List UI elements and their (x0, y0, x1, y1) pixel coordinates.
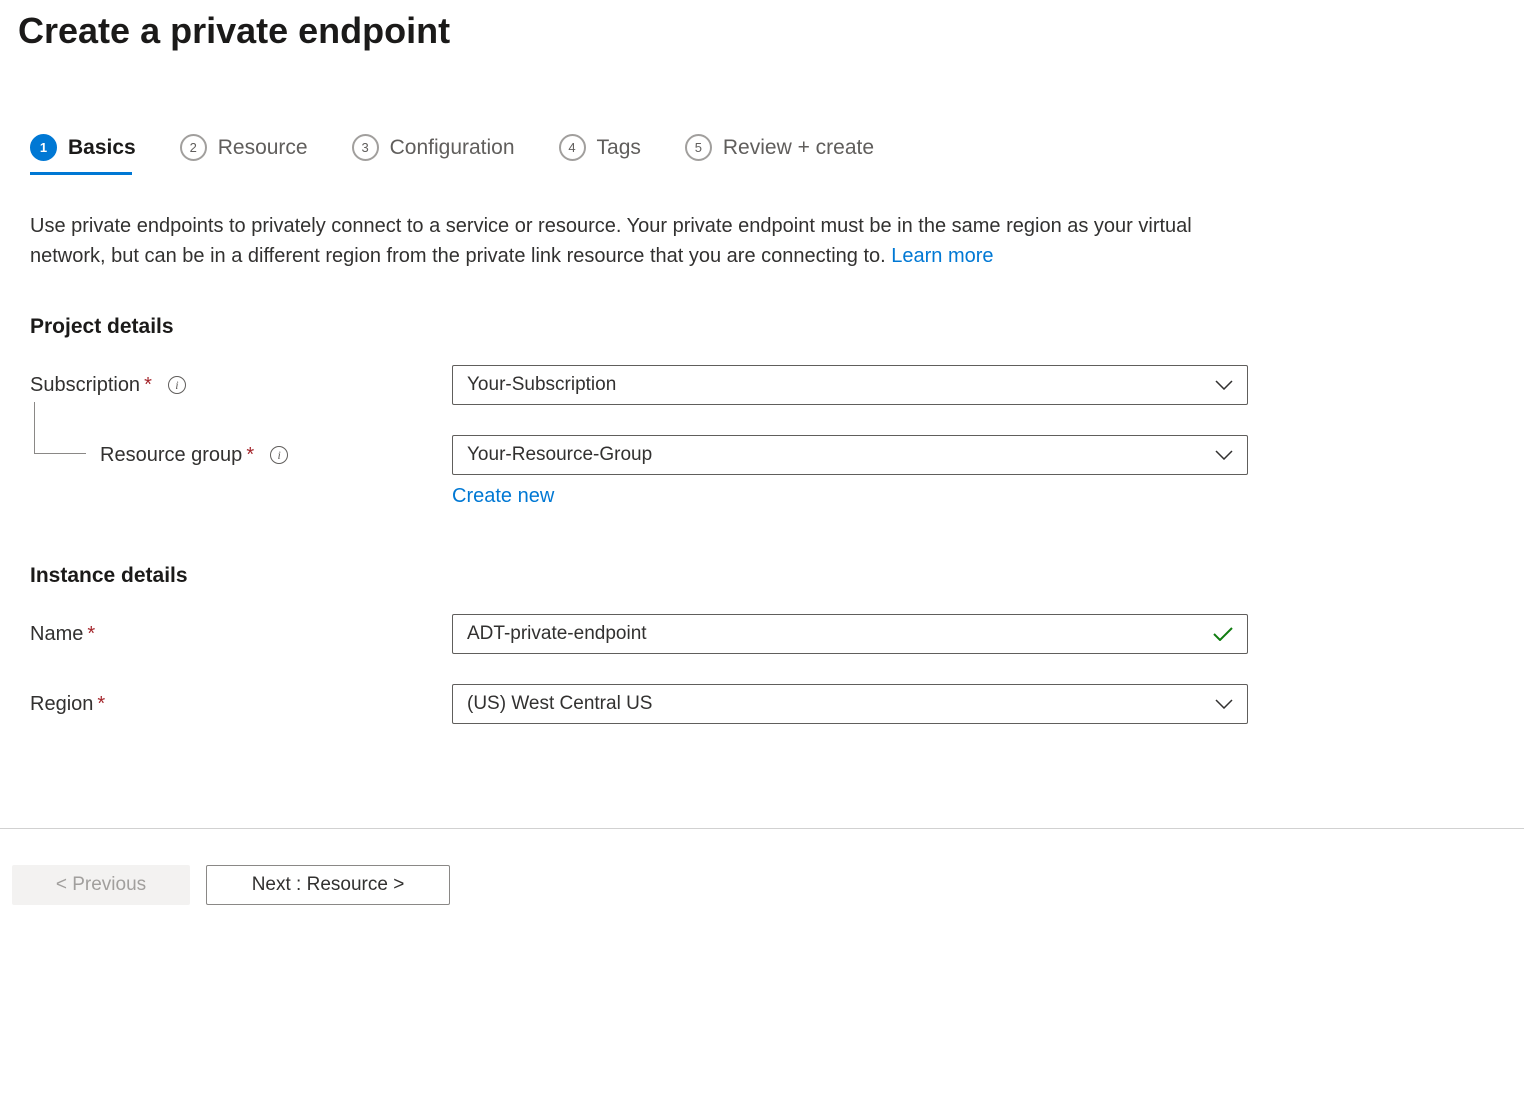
region-label: Region* (30, 693, 105, 716)
section-title-project-details: Project details (30, 315, 1494, 339)
required-asterisk: * (246, 444, 254, 466)
tab-resource[interactable]: 2 Resource (180, 134, 308, 175)
subscription-label: Subscription* (30, 374, 152, 397)
info-icon[interactable]: i (270, 446, 288, 464)
required-asterisk: * (144, 374, 152, 396)
required-asterisk: * (97, 693, 105, 715)
tab-label: Tags (597, 136, 641, 160)
page-title: Create a private endpoint (0, 0, 1524, 52)
chevron-down-icon (1215, 450, 1233, 460)
create-new-link[interactable]: Create new (452, 485, 554, 507)
tab-step-number: 5 (685, 134, 712, 161)
wizard-tabs: 1 Basics 2 Resource 3 Configuration 4 Ta… (30, 134, 1494, 175)
tab-configuration[interactable]: 3 Configuration (352, 134, 515, 175)
previous-button: < Previous (12, 865, 190, 905)
check-icon (1213, 627, 1233, 641)
tab-description: Use private endpoints to privately conne… (30, 211, 1250, 271)
resource-group-label: Resource group* (100, 444, 254, 467)
name-label: Name* (30, 623, 95, 646)
chevron-down-icon (1215, 380, 1233, 390)
tab-active-underline (30, 172, 132, 175)
tab-label: Basics (68, 136, 136, 160)
tab-step-number: 1 (30, 134, 57, 161)
resource-group-select[interactable]: Your-Resource-Group (452, 435, 1248, 475)
required-asterisk: * (87, 623, 95, 645)
description-text: Use private endpoints to privately conne… (30, 215, 1192, 267)
subscription-select[interactable]: Your-Subscription (452, 365, 1248, 405)
tab-step-number: 4 (559, 134, 586, 161)
next-button[interactable]: Next : Resource > (206, 865, 450, 905)
tab-step-number: 2 (180, 134, 207, 161)
subscription-value: Your-Subscription (467, 374, 1215, 396)
section-title-instance-details: Instance details (30, 564, 1494, 588)
name-input[interactable] (467, 615, 1213, 653)
info-icon[interactable]: i (168, 376, 186, 394)
tab-step-number: 3 (352, 134, 379, 161)
region-select[interactable]: (US) West Central US (452, 684, 1248, 724)
tab-label: Configuration (390, 136, 515, 160)
chevron-down-icon (1215, 699, 1233, 709)
region-value: (US) West Central US (467, 693, 1215, 715)
tab-tags[interactable]: 4 Tags (559, 134, 641, 175)
tree-connector (34, 402, 86, 454)
tab-label: Resource (218, 136, 308, 160)
name-input-wrapper (452, 614, 1248, 654)
resource-group-value: Your-Resource-Group (467, 444, 1215, 466)
tab-label: Review + create (723, 136, 874, 160)
wizard-footer: < Previous Next : Resource > (0, 828, 1524, 941)
tab-review-create[interactable]: 5 Review + create (685, 134, 874, 175)
tab-basics[interactable]: 1 Basics (30, 134, 136, 175)
learn-more-link[interactable]: Learn more (891, 245, 993, 267)
